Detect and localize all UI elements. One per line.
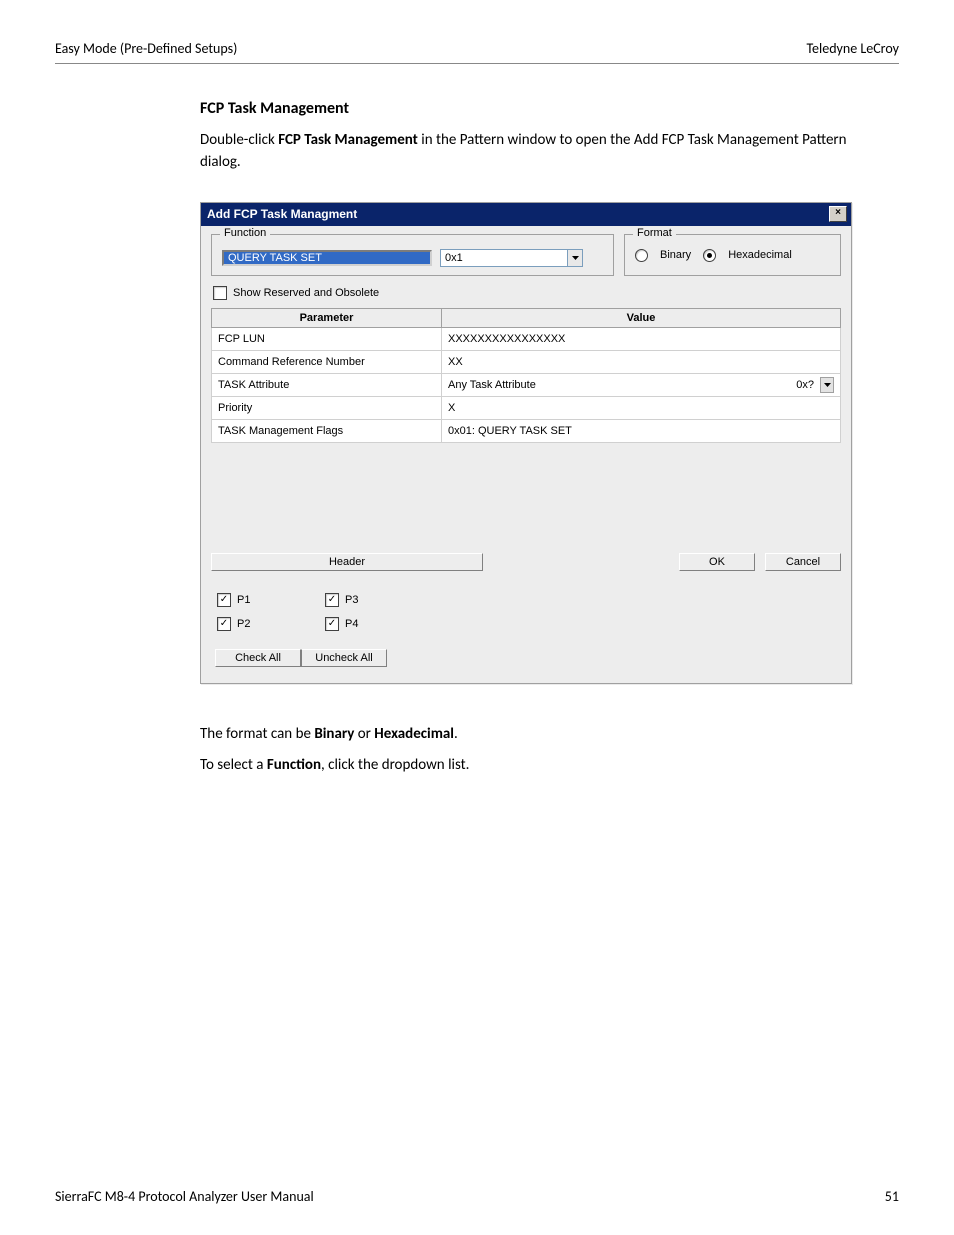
- body-paragraph: To select a Function, click the dropdown…: [200, 755, 859, 777]
- col-parameter: Parameter: [212, 308, 442, 327]
- fieldset-function: Function QUERY TASK SET 0x1: [211, 234, 614, 276]
- col-value: Value: [442, 308, 841, 327]
- dialog-titlebar: Add FCP Task Managment ×: [201, 203, 851, 226]
- dialog-title: Add FCP Task Managment: [207, 207, 357, 221]
- table-row: TASK Attribute Any Task Attribute 0x?: [212, 373, 841, 396]
- radio-hex-label: Hexadecimal: [728, 249, 792, 261]
- footer-left: SierraFC M8-4 Protocol Analyzer User Man…: [55, 1188, 314, 1205]
- chevron-down-icon: [820, 377, 834, 393]
- uncheck-all-button[interactable]: Uncheck All: [301, 649, 387, 667]
- table-row: Command Reference Number XX: [212, 350, 841, 373]
- checkbox-p4[interactable]: [325, 617, 339, 631]
- page-header: Easy Mode (Pre-Defined Setups) Teledyne …: [55, 40, 899, 64]
- check-all-button[interactable]: Check All: [215, 649, 301, 667]
- task-attribute-dropdown[interactable]: [820, 377, 834, 393]
- chevron-down-icon[interactable]: [567, 249, 583, 267]
- dialog-add-fcp-task-management: Add FCP Task Managment × Function QUERY …: [200, 202, 852, 684]
- table-row: FCP LUN XXXXXXXXXXXXXXXX: [212, 327, 841, 350]
- function-legend: Function: [220, 227, 270, 239]
- table-row: TASK Management Flags 0x01: QUERY TASK S…: [212, 419, 841, 442]
- header-right: Teledyne LeCroy: [806, 40, 899, 57]
- checkbox-p1[interactable]: [217, 593, 231, 607]
- table-row: Priority X: [212, 396, 841, 419]
- checkbox-show-reserved-label: Show Reserved and Obsolete: [233, 287, 379, 299]
- close-icon[interactable]: ×: [829, 206, 847, 222]
- intro-paragraph: Double-click FCP Task Management in the …: [200, 130, 859, 174]
- cancel-button[interactable]: Cancel: [765, 553, 841, 571]
- section-title: FCP Task Management: [200, 99, 859, 118]
- format-legend: Format: [633, 227, 676, 239]
- body-paragraph: The format can be Binary or Hexadecimal.: [200, 724, 859, 746]
- page-footer: SierraFC M8-4 Protocol Analyzer User Man…: [55, 1188, 899, 1205]
- checkbox-show-reserved[interactable]: [213, 286, 227, 300]
- parameter-table: Parameter Value FCP LUN XXXXXXXXXXXXXXXX…: [211, 308, 841, 443]
- checkbox-p2[interactable]: [217, 617, 231, 631]
- header-left: Easy Mode (Pre-Defined Setups): [55, 40, 237, 57]
- checkbox-p3[interactable]: [325, 593, 339, 607]
- radio-hexadecimal[interactable]: [703, 249, 716, 262]
- function-select[interactable]: QUERY TASK SET: [222, 250, 432, 266]
- radio-binary[interactable]: [635, 249, 648, 262]
- fieldset-format: Format Binary Hexadecimal: [624, 234, 841, 276]
- radio-binary-label: Binary: [660, 249, 691, 261]
- header-button[interactable]: Header: [211, 553, 483, 571]
- page-number: 51: [885, 1188, 899, 1205]
- ok-button[interactable]: OK: [679, 553, 755, 571]
- function-code-combo[interactable]: 0x1: [440, 249, 583, 267]
